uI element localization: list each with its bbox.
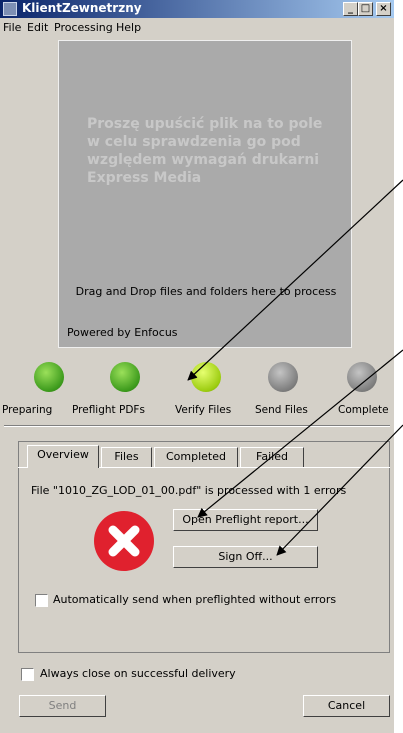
step-label-verify: Verify Files (175, 404, 232, 416)
verify-status-light (191, 362, 221, 392)
preflight-status-light (110, 362, 140, 392)
step-label-preflight: Preflight PDFs (72, 404, 145, 416)
menu-edit[interactable]: Edit (27, 21, 48, 34)
step-label-complete: Complete (338, 404, 389, 416)
close-button[interactable]: × (376, 2, 391, 16)
open-preflight-report-button[interactable]: Open Preflight report... (173, 509, 318, 531)
minimize-button[interactable]: _ (343, 2, 358, 16)
powered-by-label: Powered by Enfocus (67, 326, 178, 339)
send-status-light (268, 362, 298, 392)
separator (4, 425, 390, 427)
auto-send-label: Automatically send when preflighted with… (53, 593, 337, 606)
cancel-button[interactable]: Cancel (303, 695, 390, 717)
tab-overview[interactable]: Overview (27, 445, 99, 468)
always-close-checkbox[interactable] (21, 668, 34, 681)
menu-processing[interactable]: Processing (54, 21, 113, 34)
error-x-icon (94, 511, 154, 571)
window-title: KlientZewnetrzny (22, 1, 142, 15)
tab-files[interactable]: Files (101, 447, 152, 467)
tab-completed[interactable]: Completed (154, 447, 238, 467)
step-label-preparing: Preparing (2, 404, 53, 416)
processing-status-text: File "1010_ZG_LOD_01_00.pdf" is processe… (31, 484, 347, 497)
drop-instructions-english: Drag and Drop files and folders here to … (75, 285, 337, 298)
maximize-button[interactable]: □ (358, 2, 373, 16)
sign-off-button[interactable]: Sign Off... (173, 546, 318, 568)
menu-help[interactable]: Help (116, 21, 141, 34)
step-label-send: Send Files (255, 404, 308, 416)
always-close-label: Always close on successful delivery (40, 667, 236, 680)
send-button[interactable]: Send (19, 695, 106, 717)
drop-zone[interactable]: Proszę upuścić plik na to pole w celu sp… (58, 40, 352, 348)
app-icon (3, 2, 17, 16)
title-bar[interactable]: KlientZewnetrzny _ □ × (0, 0, 394, 18)
application-window: KlientZewnetrzny _ □ × File Edit Process… (0, 0, 394, 733)
tab-failed[interactable]: Failed (240, 447, 304, 467)
menu-file[interactable]: File (3, 21, 21, 34)
complete-status-light (347, 362, 377, 392)
menu-bar: File Edit Processing Help (0, 19, 394, 37)
auto-send-checkbox[interactable] (35, 594, 48, 607)
drop-instructions-polish: Proszę upuścić plik na to pole w celu sp… (87, 116, 323, 186)
preparing-status-light (34, 362, 64, 392)
